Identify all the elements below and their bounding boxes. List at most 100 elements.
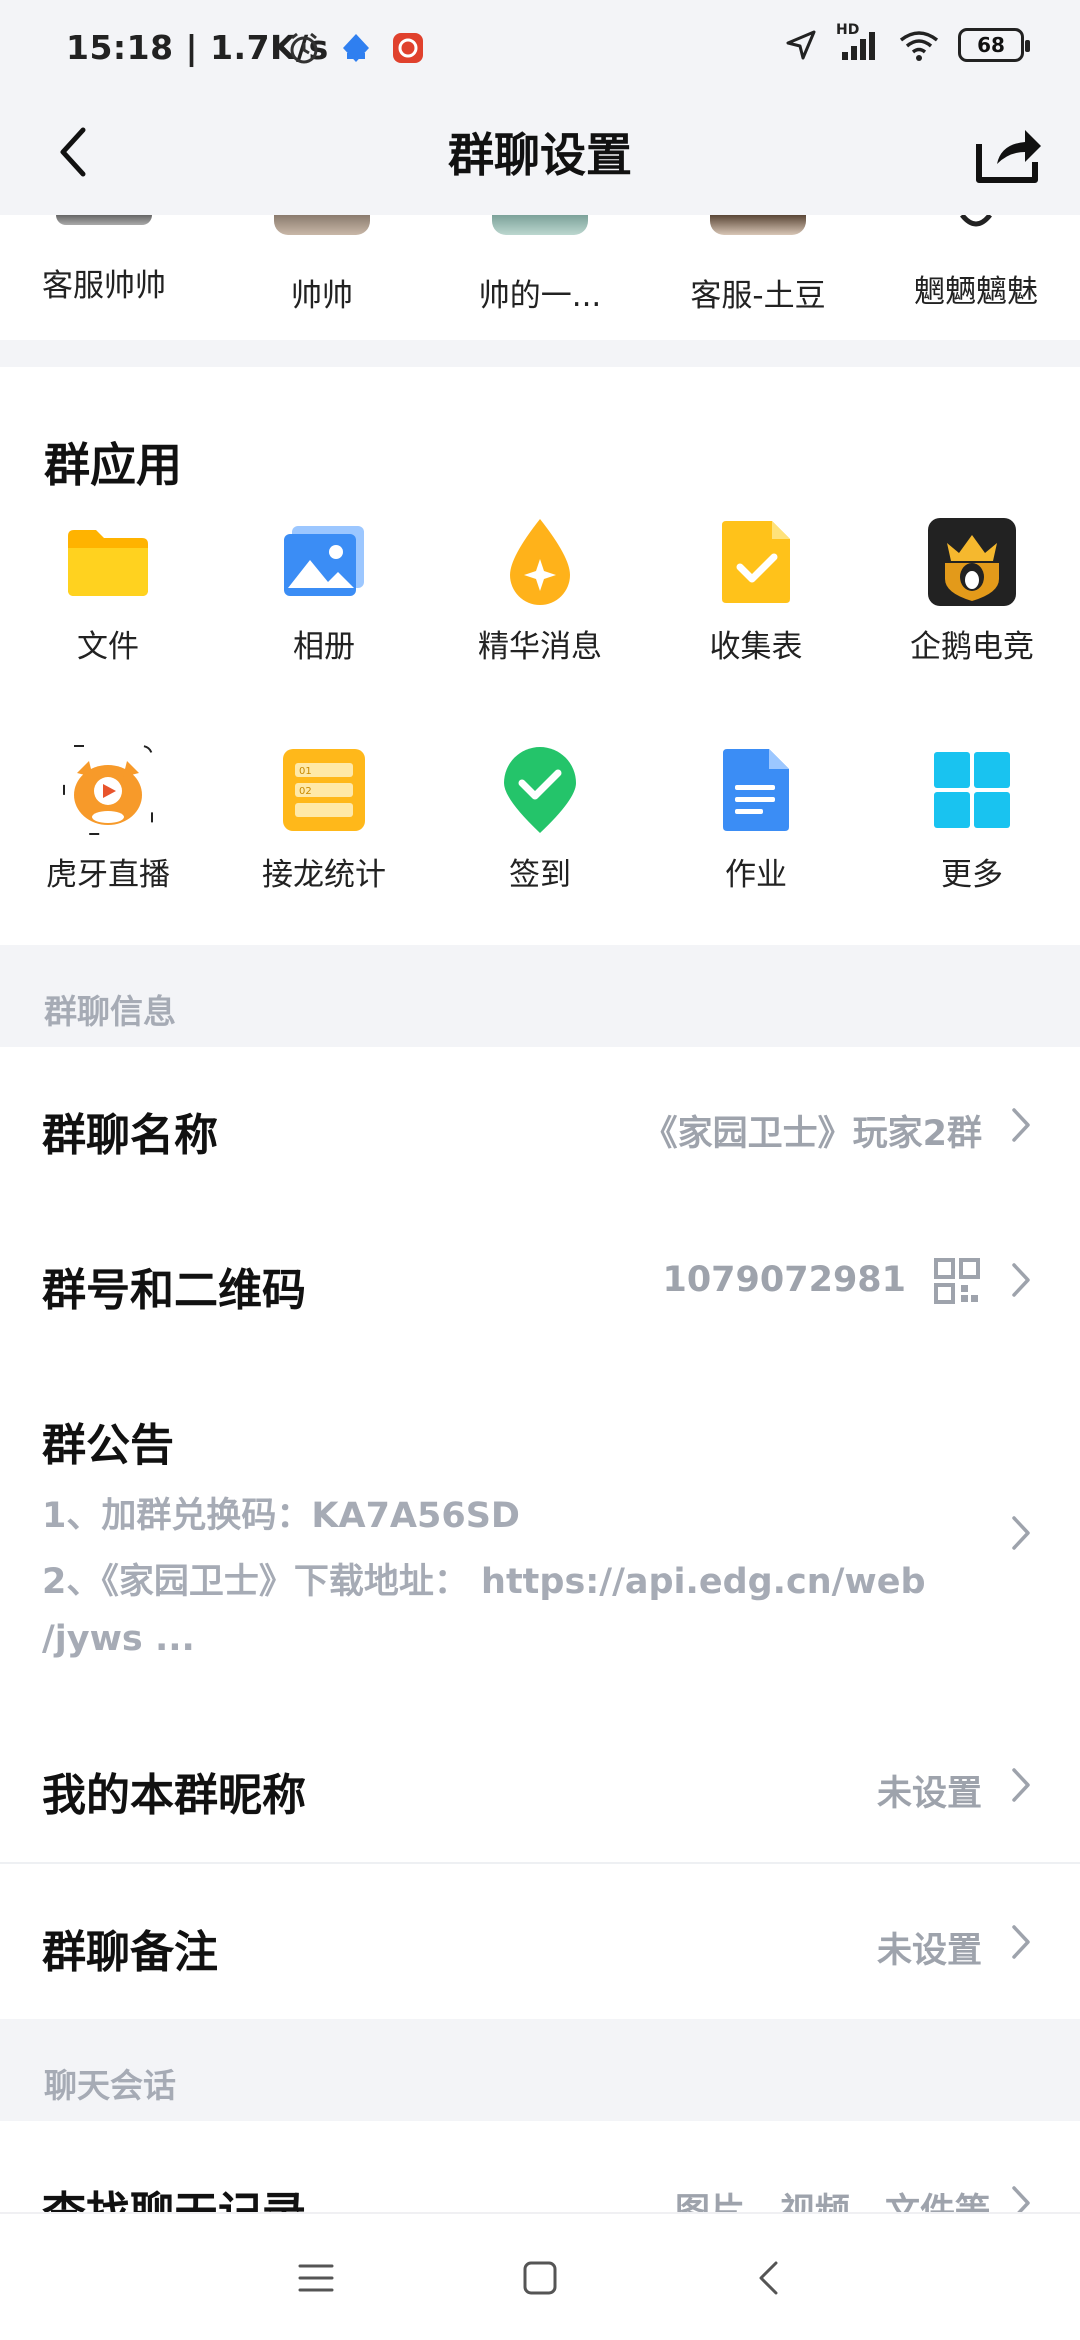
app-label: 虎牙直播	[46, 857, 170, 893]
share-button[interactable]	[970, 113, 1050, 193]
member-item[interactable]: 客服-土豆	[658, 215, 858, 315]
share-icon	[976, 130, 1041, 183]
menu-icon	[298, 2264, 334, 2292]
app-label: 相册	[293, 629, 355, 665]
battery-indicator: 68	[958, 28, 1030, 62]
group-number-row[interactable]: 群号和二维码 1079072981	[0, 1202, 1080, 1357]
notice-line-2: 2、《家园卫士》下载地址： https://api.edg.cn/web	[42, 1562, 926, 1602]
form-check-icon	[711, 517, 801, 607]
status-notification-icons	[286, 30, 426, 66]
member-item[interactable]: 魍魉魑魅	[876, 215, 1076, 311]
app-highlight[interactable]: 精华消息	[432, 517, 648, 666]
status-system-icons: HD 68	[784, 22, 1030, 62]
chevron-right-icon	[1006, 1922, 1036, 1962]
app-notification-icon	[338, 30, 374, 66]
row-title: 群号和二维码	[42, 1265, 306, 1316]
penguin-esports-icon	[927, 517, 1017, 607]
highlight-drop-icon	[495, 517, 585, 607]
group-remark-row[interactable]: 群聊备注 未设置	[0, 1864, 1080, 2019]
app-checkin[interactable]: 签到	[432, 745, 648, 894]
search-history-row[interactable]: 查找聊天记录 图片、视频、文件等	[0, 2121, 1080, 2221]
photo-album-icon	[279, 517, 369, 607]
notice-line-3: /jyws ...	[42, 1619, 195, 1659]
avatar	[710, 215, 806, 235]
member-item[interactable]: 客服帅帅	[4, 215, 204, 305]
app-penguin-esports[interactable]: 企鹅电竞	[864, 517, 1080, 666]
avatar	[928, 215, 1024, 231]
chevron-right-icon	[1006, 1765, 1036, 1805]
red-app-notification-icon	[390, 30, 426, 66]
checkin-pin-icon	[495, 745, 585, 835]
svg-text:02: 02	[299, 786, 312, 797]
status-bar: 15:18 | 1.7K/s HD 68	[0, 0, 1080, 95]
group-info-header: 群聊信息	[0, 945, 1080, 1047]
system-back-button[interactable]	[736, 2246, 800, 2310]
svg-text:01: 01	[299, 766, 312, 777]
app-more[interactable]: 更多	[864, 745, 1080, 894]
row-title: 群聊备注	[42, 1927, 218, 1978]
member-row: 客服帅帅 帅帅 帅的一... 客服-土豆 魍魉魑魅	[0, 215, 1080, 340]
nickname-value: 未设置	[876, 1774, 982, 1814]
app-label: 接龙统计	[262, 857, 386, 893]
member-name: 客服-土豆	[690, 278, 826, 314]
group-name-value: 《家园卫士》玩家2群	[642, 1114, 982, 1154]
group-name-row[interactable]: 群聊名称 《家园卫士》玩家2群	[0, 1047, 1080, 1202]
menu-button[interactable]	[284, 2246, 348, 2310]
app-label: 企鹅电竞	[910, 629, 1034, 665]
system-navigation-bar	[0, 2212, 1080, 2340]
notice-line-1: 1、加群兑换码：KA7A56SD	[42, 1496, 520, 1536]
section-label: 群聊信息	[44, 992, 176, 1031]
section-label: 聊天会话	[44, 2066, 176, 2105]
app-label: 作业	[725, 857, 787, 893]
member-item[interactable]: 帅帅	[222, 215, 422, 315]
huya-tiger-icon	[63, 745, 153, 835]
list-stats-icon: 01 02	[279, 745, 369, 835]
group-apps-title: 群应用	[44, 438, 182, 492]
chevron-right-icon	[1006, 1513, 1036, 1553]
group-apps-panel: 群应用 文件 相册 精华消息 收集表 企鹅电竞 虎牙直播 01 02 接龙统计 …	[0, 367, 1080, 945]
wifi-icon	[899, 31, 939, 61]
avatar	[492, 215, 588, 235]
chevron-right-icon	[1006, 1260, 1036, 1300]
app-album[interactable]: 相册	[216, 517, 432, 666]
avatar	[274, 215, 370, 235]
app-label: 精华消息	[478, 629, 602, 665]
group-number-value: 1079072981	[662, 1260, 906, 1300]
app-label: 收集表	[709, 629, 803, 665]
home-button[interactable]	[508, 2246, 572, 2310]
remark-value: 未设置	[876, 1931, 982, 1971]
folder-icon	[63, 517, 153, 607]
app-huya-live[interactable]: 虎牙直播	[0, 745, 216, 894]
app-label: 签到	[509, 857, 571, 893]
app-label: 文件	[77, 629, 139, 665]
qr-code-icon	[934, 1258, 980, 1304]
row-title: 我的本群昵称	[42, 1770, 306, 1821]
member-name: 帅帅	[291, 278, 353, 314]
alarm-icon	[286, 30, 322, 66]
homework-doc-icon	[711, 745, 801, 835]
member-name: 帅的一...	[478, 278, 602, 314]
app-label: 更多	[941, 857, 1003, 893]
chevron-right-icon	[1006, 1105, 1036, 1145]
header-bar: 群聊设置	[0, 95, 1080, 215]
hd-label: HD	[836, 22, 860, 38]
section-divider	[0, 340, 1080, 367]
member-name: 客服帅帅	[42, 268, 166, 304]
location-icon	[786, 30, 816, 60]
member-item[interactable]: 帅的一...	[440, 215, 640, 315]
member-name: 魍魉魑魅	[914, 274, 1038, 310]
page-title: 群聊设置	[448, 128, 632, 182]
app-chain-stats[interactable]: 01 02 接龙统计	[216, 745, 432, 894]
row-title: 群公告	[42, 1420, 174, 1471]
row-title: 群聊名称	[42, 1110, 218, 1161]
home-square-icon	[523, 2261, 557, 2295]
app-homework[interactable]: 作业	[648, 745, 864, 894]
signal-icon: HD	[836, 22, 880, 62]
app-file[interactable]: 文件	[0, 517, 216, 666]
avatar	[56, 215, 152, 225]
app-collection-form[interactable]: 收集表	[648, 517, 864, 666]
chat-session-header: 聊天会话	[0, 2019, 1080, 2121]
back-triangle-icon	[759, 2261, 778, 2295]
group-notice-row[interactable]: 群公告 1、加群兑换码：KA7A56SD 2、《家园卫士》下载地址： https…	[0, 1357, 1080, 1707]
my-nickname-row[interactable]: 我的本群昵称 未设置	[0, 1707, 1080, 1862]
